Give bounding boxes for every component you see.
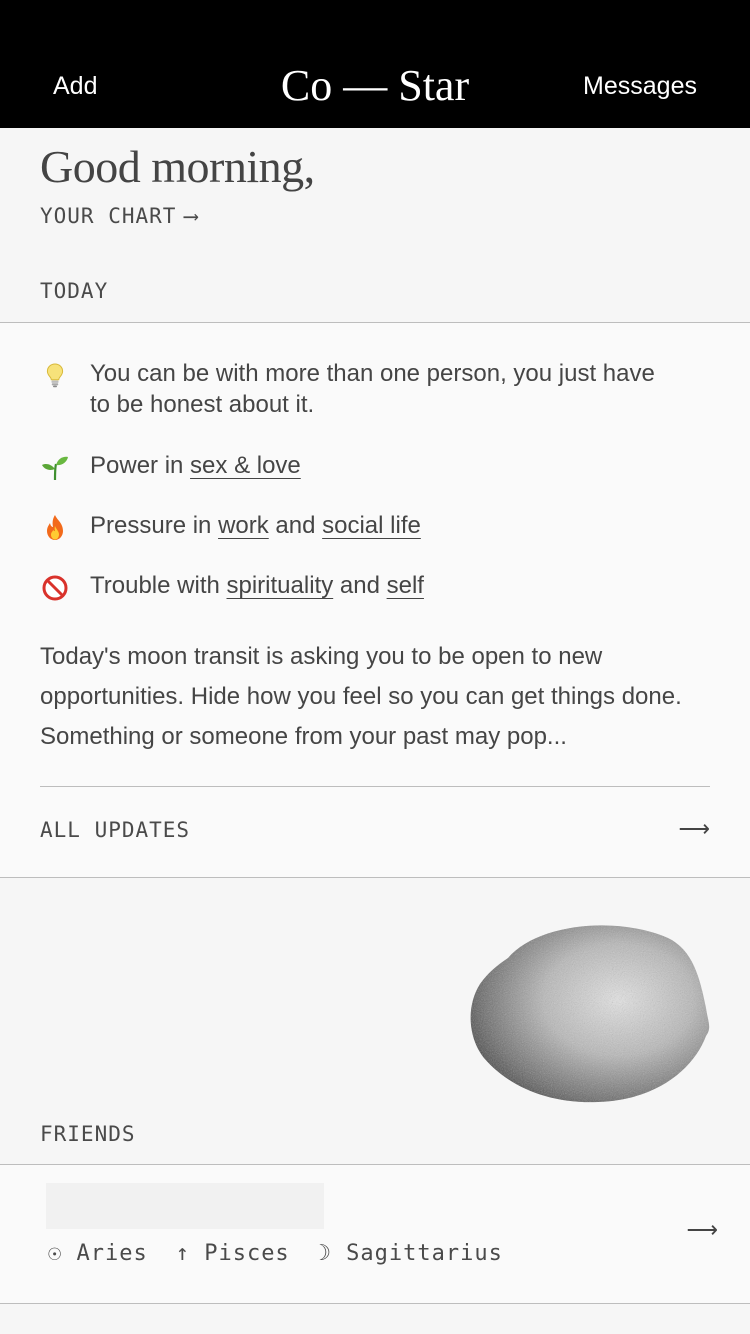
messages-button[interactable]: Messages: [583, 72, 697, 101]
friend-name-placeholder: [46, 1183, 324, 1229]
today-item-prefix: Power in: [90, 452, 191, 479]
today-item-text: Power in sex & love: [90, 450, 680, 481]
your-chart-link[interactable]: YOUR CHART ⟶: [40, 204, 198, 228]
lightbulb-icon: [40, 360, 70, 390]
arrow-right-icon: ⟶: [678, 816, 710, 841]
friend-signs: ☉ Aries ↑ Pisces ☽ Sagittarius: [48, 1241, 531, 1266]
work-link[interactable]: work: [218, 512, 269, 539]
arrow-right-icon: ⟶: [184, 204, 199, 228]
friends-section-label: FRIENDS: [40, 1122, 136, 1146]
top-bar: Add Co — Star Messages: [0, 0, 750, 128]
greeting-title: Good morning,: [40, 141, 315, 192]
today-summary[interactable]: Today's moon transit is asking you to be…: [40, 637, 710, 757]
your-chart-label: YOUR CHART: [40, 204, 177, 228]
today-item-text: Trouble with spirituality and self: [90, 570, 680, 601]
today-item-joiner: and: [333, 572, 387, 599]
prohibited-icon: [40, 572, 70, 602]
today-section-label: TODAY: [40, 279, 109, 303]
today-item-prefix: Pressure in: [90, 512, 219, 539]
today-item-text: You can be with more than one person, yo…: [90, 360, 655, 418]
arrow-right-icon: ⟶: [686, 1217, 718, 1242]
self-link[interactable]: self: [387, 572, 424, 599]
seedling-icon: [40, 452, 70, 482]
sex-love-link[interactable]: sex & love: [190, 452, 301, 479]
moon-illustration: [468, 918, 712, 1104]
all-updates-label: ALL UPDATES: [40, 818, 191, 842]
fire-icon: [40, 512, 70, 542]
sun-sign: ☉ Aries: [48, 1241, 148, 1266]
divider: [0, 877, 750, 878]
friend-row[interactable]: ☉ Aries ↑ Pisces ☽ Sagittarius ⟶: [0, 1165, 750, 1303]
today-item-joiner: and: [268, 512, 323, 539]
all-updates-link[interactable]: ALL UPDATES ⟶: [40, 816, 710, 848]
divider: [40, 786, 710, 787]
rising-sign: ↑ Pisces: [175, 1241, 290, 1266]
social-life-link[interactable]: social life: [322, 512, 421, 539]
moon-sign: ☽ Sagittarius: [317, 1241, 503, 1266]
today-item-prefix: Trouble with: [90, 572, 227, 599]
today-item-text: Pressure in work and social life: [90, 510, 680, 541]
spirituality-link[interactable]: spirituality: [227, 572, 334, 599]
divider: [0, 1303, 750, 1304]
